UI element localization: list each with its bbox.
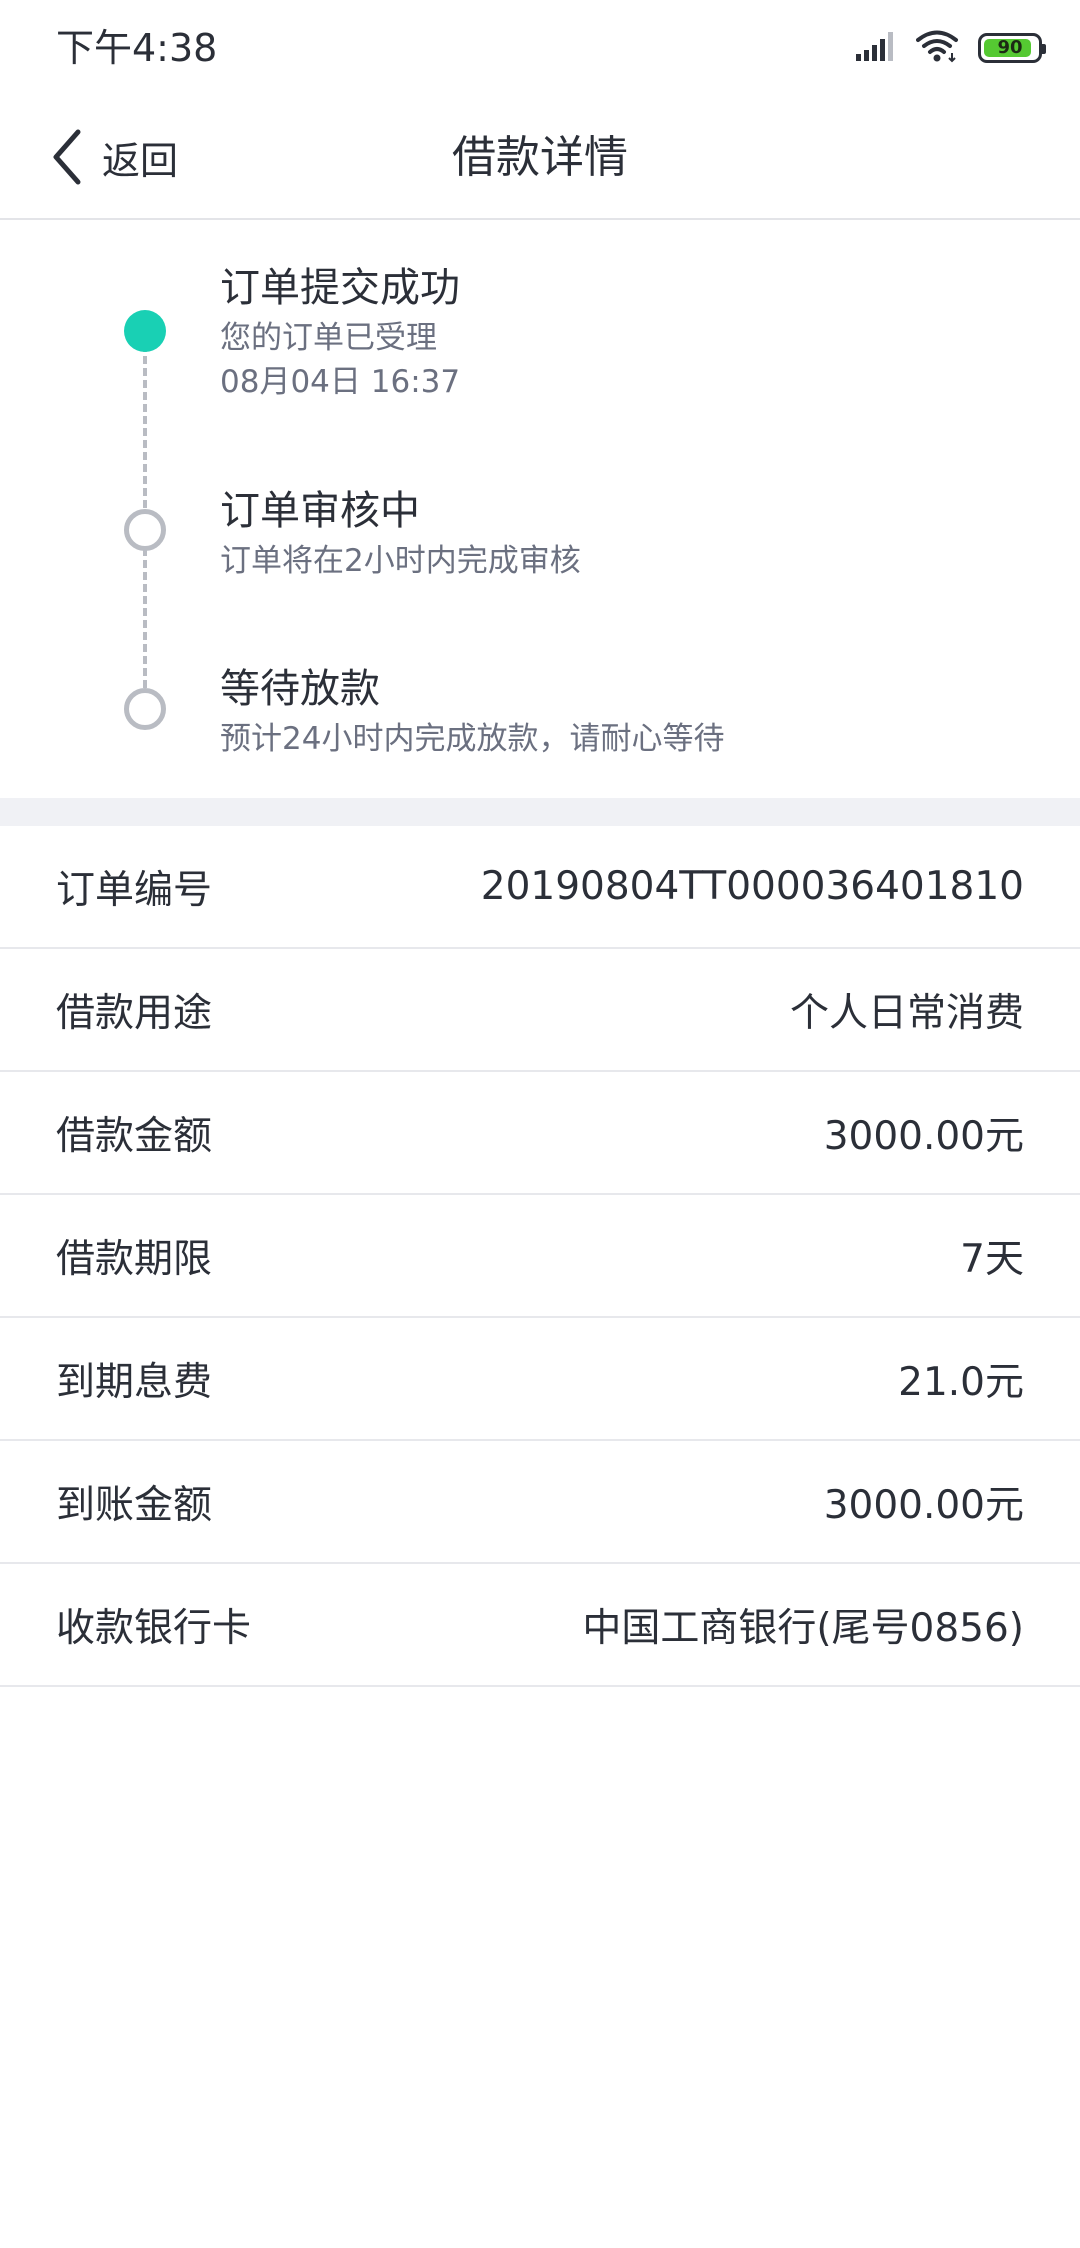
- timeline-step-submitted: 订单提交成功 您的订单已受理 08月04日 16:37: [220, 260, 460, 404]
- detail-value: 3000.00元: [823, 1482, 1024, 1528]
- detail-label: 到期息费: [56, 1359, 213, 1405]
- status-time: 下午4:38: [56, 26, 218, 70]
- timeline-step-title: 订单提交成功: [220, 265, 460, 311]
- timeline-node-done-icon: [124, 310, 166, 352]
- detail-label: 借款用途: [56, 990, 213, 1036]
- status-bar: 下午4:38 90: [0, 0, 1080, 96]
- timeline-node-pending-icon: [124, 688, 166, 730]
- battery-icon: 90: [978, 33, 1046, 63]
- detail-label: 借款期限: [56, 1236, 213, 1282]
- loan-details-list: 订单编号 20190804TT000036401810 借款用途 个人日常消费 …: [0, 826, 1080, 1687]
- detail-row-bank-card: 收款银行卡 中国工商银行(尾号0856): [0, 1564, 1080, 1687]
- status-icons: 90: [854, 28, 1046, 68]
- detail-value: 20190804TT000036401810: [480, 864, 1024, 909]
- detail-row-amount: 借款金额 3000.00元: [0, 1072, 1080, 1195]
- detail-value: 个人日常消费: [789, 990, 1024, 1036]
- order-progress-timeline: 订单提交成功 您的订单已受理 08月04日 16:37 订单审核中 订单将在2小…: [0, 220, 1080, 798]
- timeline-step-time: 08月04日 16:37: [220, 364, 461, 400]
- timeline-step-desc: 预计24小时内完成放款，请耐心等待: [220, 721, 725, 757]
- detail-label: 到账金额: [56, 1482, 213, 1528]
- timeline-step-reviewing: 订单审核中 订单将在2小时内完成审核: [220, 483, 581, 583]
- timeline-step-title: 订单审核中: [220, 488, 420, 534]
- detail-value: 7天: [960, 1236, 1024, 1282]
- detail-row-order-number: 订单编号 20190804TT000036401810: [0, 826, 1080, 949]
- detail-row-term: 借款期限 7天: [0, 1195, 1080, 1318]
- nav-bar: 返回 借款详情: [0, 96, 1080, 220]
- detail-value: 3000.00元: [823, 1113, 1024, 1159]
- wifi-icon: [916, 29, 960, 67]
- detail-value: 中国工商银行(尾号0856): [582, 1605, 1024, 1651]
- timeline-step-awaiting-payout: 等待放款 预计24小时内完成放款，请耐心等待: [220, 661, 724, 761]
- detail-row-interest: 到期息费 21.0元: [0, 1318, 1080, 1441]
- timeline-step-title: 等待放款: [220, 666, 380, 712]
- detail-label: 收款银行卡: [56, 1605, 252, 1651]
- signal-icon: [854, 30, 898, 66]
- section-divider: [0, 798, 1080, 826]
- detail-label: 借款金额: [56, 1113, 213, 1159]
- page-title: 借款详情: [452, 132, 628, 183]
- detail-value: 21.0元: [898, 1359, 1024, 1405]
- detail-row-purpose: 借款用途 个人日常消费: [0, 949, 1080, 1072]
- detail-row-received-amount: 到账金额 3000.00元: [0, 1441, 1080, 1564]
- timeline-step-desc: 您的订单已受理: [220, 320, 437, 356]
- detail-label: 订单编号: [56, 867, 213, 913]
- timeline-node-pending-icon: [124, 509, 166, 551]
- battery-level-text: 90: [997, 37, 1023, 58]
- timeline-step-desc: 订单将在2小时内完成审核: [220, 543, 581, 579]
